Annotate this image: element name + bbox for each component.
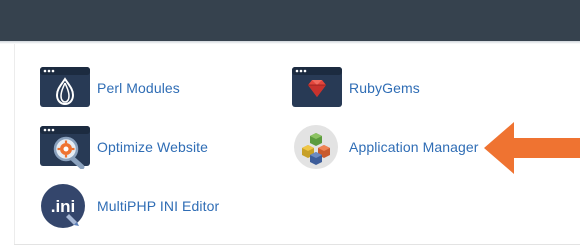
top-header-bar: [0, 0, 580, 41]
ruby-gem-icon: [292, 67, 342, 107]
app-link-optimize-website[interactable]: Optimize Website: [39, 125, 208, 169]
onion-icon: [40, 67, 90, 107]
magnifier-gear-icon: [40, 126, 90, 169]
app-label: MultiPHP INI Editor: [97, 198, 220, 214]
cubes-icon: [294, 125, 338, 169]
ini-file-icon: .ini: [41, 184, 85, 228]
app-link-multiphp-ini-editor[interactable]: .ini MultiPHP INI Editor: [39, 184, 219, 228]
app-label: Optimize Website: [97, 139, 209, 155]
app-label: Application Manager: [349, 139, 479, 155]
app-label: Perl Modules: [97, 80, 180, 96]
app-label: RubyGems: [349, 80, 420, 96]
app-link-application-manager[interactable]: Application Manager: [291, 125, 479, 169]
app-link-perl-modules[interactable]: Perl Modules: [39, 66, 180, 110]
app-link-rubygems[interactable]: RubyGems: [291, 66, 420, 110]
svg-text:.ini: .ini: [51, 197, 76, 216]
panel-left-border: [14, 44, 15, 244]
panel-bottom-border: [14, 244, 580, 245]
orange-pointer-arrow-icon: [484, 122, 580, 174]
